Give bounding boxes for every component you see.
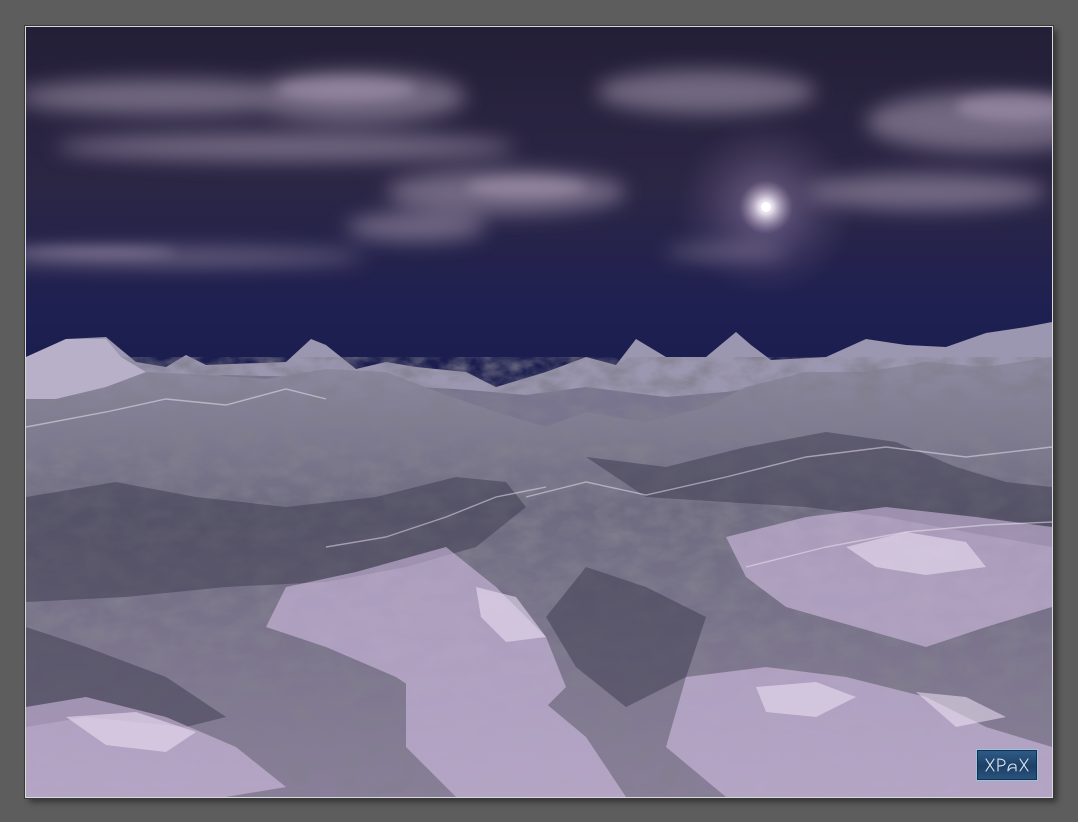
landscape-scene [26, 27, 1052, 797]
sun [761, 202, 771, 212]
image-frame [25, 26, 1053, 798]
artist-signature-logo [976, 749, 1038, 781]
